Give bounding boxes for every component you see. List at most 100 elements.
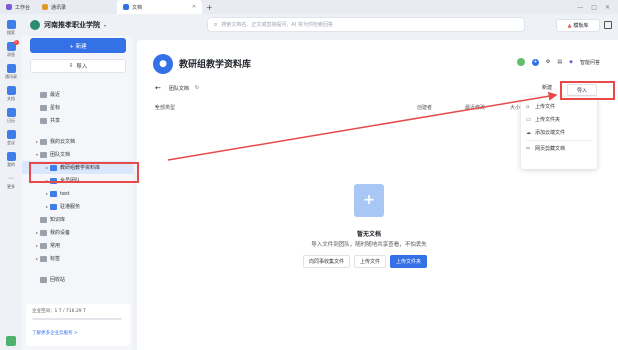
cloud-doc-icon	[40, 138, 47, 145]
empty-subtitle: 导入文件到团队，随时随地共享查看，不怕丢失	[311, 242, 427, 248]
breadcrumb: ← 团队文档 ↻	[155, 84, 199, 92]
search-input[interactable]: ⌕ 搜索文档名、正文或直接提问，AI 将为你检索回答	[207, 17, 525, 32]
sidebar-item[interactable]: 共享	[22, 114, 133, 127]
storage-panel: 企业空间：1 T / 716.29 T 了解更多企业云服务 >	[26, 304, 130, 346]
workbench-icon	[6, 4, 12, 10]
column-size[interactable]: 大小	[510, 104, 520, 111]
sidebar-item-label: 星标	[50, 105, 61, 111]
rail-me[interactable]: 我的	[0, 152, 22, 168]
rail-calendar[interactable]: 日历	[0, 108, 22, 124]
upgrade-link[interactable]: 了解更多企业云服务 >	[32, 330, 124, 336]
upload-folder-icon: ▭	[526, 116, 531, 123]
team-library-icon: ●	[153, 54, 173, 74]
empty-folder-icon: +	[354, 184, 384, 217]
sidebar-item[interactable]: ▸ test	[22, 187, 133, 200]
search-icon	[6, 20, 16, 29]
sidebar-item-label: 回收站	[50, 277, 66, 283]
clock-icon	[40, 91, 47, 98]
menu-item-upload-folder[interactable]: ▭ 上传文件夹	[521, 113, 597, 126]
sidebar-item[interactable]: ▸ 驻港服务	[22, 200, 133, 213]
unread-badge: 1	[13, 40, 19, 45]
menu-item-add-cloud-file[interactable]: ☁ 添加云端文件	[521, 126, 597, 139]
doc-icon	[123, 4, 130, 10]
tab-docs[interactable]: 文档 ✕	[117, 0, 203, 14]
add-member-icon[interactable]: +	[531, 58, 539, 66]
column-modified[interactable]: 最近修改	[465, 104, 485, 111]
tab-contacts[interactable]: 通讯录	[36, 0, 72, 14]
page-title: 教研组教学资料库	[179, 60, 252, 70]
sidebar-item[interactable]: ▸ 标签	[22, 252, 133, 265]
maximize-button[interactable]: □	[591, 4, 597, 11]
message-icon: 1	[6, 40, 19, 51]
template-icon: ▲	[567, 22, 572, 29]
template-library-button[interactable]: ▲ 模板库	[556, 19, 600, 32]
storage-text: 企业空间：1 T / 716.29 T	[32, 309, 86, 314]
upload-folder-button[interactable]: 上传文件夹	[390, 255, 428, 268]
filter-type[interactable]: 全部类型 ▾	[155, 104, 175, 111]
column-creator[interactable]: 创建者	[417, 104, 432, 111]
main-panel: ● 教研组教学资料库 + ⚙ ▤ ◆ 智能问答 ← 团队文档 ↻ 新建 导入 全…	[137, 40, 618, 350]
rail-more[interactable]: ⋯ 更多	[0, 174, 22, 190]
sidebar-item-label: 知识库	[50, 217, 66, 223]
menu-item-upload-file[interactable]: ▫ 上传文件	[521, 100, 597, 113]
calendar-icon[interactable]	[604, 21, 612, 29]
new-button[interactable]: + 新建	[30, 38, 126, 53]
trash-icon	[40, 276, 47, 283]
menu-divider	[526, 140, 592, 141]
sidebar-item[interactable]: 回收站	[22, 273, 133, 286]
ai-icon: ◆	[569, 59, 573, 65]
annotation-highlight-import	[560, 81, 615, 100]
sidebar-item-label: 共享	[50, 118, 61, 124]
workspace-header[interactable]: 河南推孝职业学院 ▾	[22, 14, 132, 36]
settings-icon[interactable]: ⚙	[546, 59, 550, 65]
app-rail: 搜索 1 消息 通讯录 文档 日历 会议 我的 ⋯ 更多	[0, 14, 22, 350]
user-icon	[6, 152, 16, 161]
collect-files-button[interactable]: 向同事收集文件	[303, 255, 351, 268]
minimize-button[interactable]: —	[577, 4, 583, 11]
sidebar-item[interactable]: ▸ 我的云文档	[22, 135, 133, 148]
new-tab-button[interactable]: +	[206, 3, 213, 12]
import-button[interactable]: ⇩ 导入	[30, 59, 126, 73]
rail-messages[interactable]: 1 消息	[0, 40, 22, 58]
avatar[interactable]	[516, 58, 525, 66]
tag-icon	[40, 255, 47, 262]
sidebar-item-label: 标签	[50, 256, 61, 262]
search-icon: ⌕	[214, 20, 218, 28]
sidebar-nav: 最近 星标 共享 ▸ 我的云文档 ▾ 团队文档 ▸ 教研组教学资料库 ▸ 全员团队 ▸ test ▸ 驻港服…	[22, 88, 133, 286]
sidebar-item[interactable]: 星标	[22, 101, 133, 114]
sidebar-item[interactable]: ▸ 我的设备	[22, 226, 133, 239]
upload-file-icon: ▫	[526, 103, 530, 110]
rail-contacts[interactable]: 通讯录	[0, 64, 22, 80]
rail-search[interactable]: 搜索	[0, 20, 22, 36]
breadcrumb-label[interactable]: 团队文档	[169, 85, 189, 92]
sidebar-item-label: 常用	[50, 243, 61, 249]
annotation-highlight-sidebar	[29, 162, 139, 183]
refresh-icon[interactable]: ↻	[195, 85, 199, 91]
close-window-button[interactable]: ✕	[605, 4, 610, 11]
workspace-logo-icon	[30, 20, 40, 30]
tab-label: 文档	[132, 4, 143, 11]
sidebar-item[interactable]: 知识库	[22, 213, 133, 226]
rail-meeting[interactable]: 会议	[0, 130, 22, 146]
menu-item-web-clip[interactable]: ✂ 网页剪藏文档	[521, 142, 597, 155]
sidebar-item[interactable]: ▸ 常用	[22, 239, 133, 252]
upload-file-button[interactable]: 上传文件	[354, 255, 387, 268]
new-button-main[interactable]: 新建	[542, 84, 552, 91]
star-icon	[40, 104, 47, 111]
contacts-icon	[42, 4, 49, 10]
info-icon[interactable]: ▤	[557, 59, 562, 65]
sidebar-item[interactable]: ▾ 团队文档	[22, 148, 133, 161]
sidebar-item[interactable]: 最近	[22, 88, 133, 101]
knowledge-icon	[40, 216, 47, 223]
tab-workbench[interactable]: 工作台	[0, 0, 36, 14]
sidebar-item-label: 驻港服务	[60, 204, 81, 210]
sidebar-item-label: 我的设备	[50, 230, 71, 236]
close-icon[interactable]: ✕	[192, 4, 196, 10]
ai-qa-button[interactable]: 智能问答	[580, 59, 600, 66]
back-arrow-icon[interactable]: ←	[155, 84, 161, 92]
sidebar-item-label: test	[60, 190, 70, 197]
rail-docs[interactable]: 文档	[0, 86, 22, 102]
app-logo-icon	[6, 336, 16, 346]
scissors-icon: ✂	[526, 145, 531, 152]
